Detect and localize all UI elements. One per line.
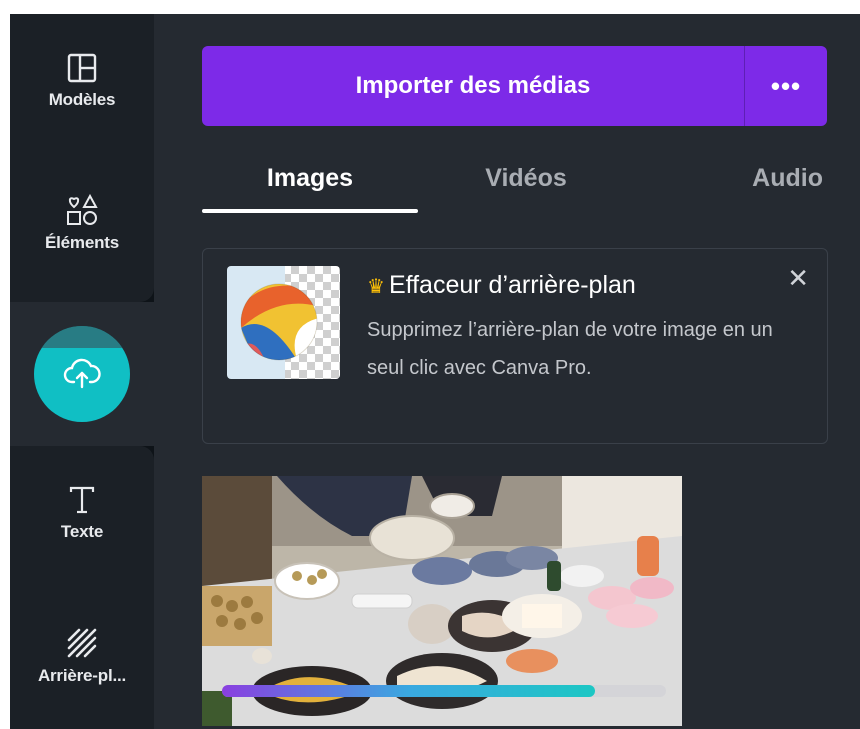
sidebar: Modèles Éléments Texte Arrière-pl... [10,14,154,729]
app-window: Modèles Éléments Texte Arrière-pl... Imp… [10,14,860,729]
crown-icon: ♛ [367,276,385,298]
beach-ball-thumbnail [227,266,340,379]
text-icon [69,486,95,514]
promo-description: Supprimez l’arrière-plan de votre image … [367,319,773,379]
active-tab-indicator [202,209,418,213]
sidebar-item-elements[interactable]: Éléments [10,157,154,302]
uploads-panel: Importer des médias ••• Images Vidéos Au… [154,14,860,729]
import-media-button[interactable]: Importer des médias [202,46,744,126]
sidebar-item-label: Modèles [48,90,116,109]
import-media-button-group: Importer des médias ••• [202,46,827,126]
sidebar-item-arriere-plan[interactable]: Arrière-pl... [10,596,154,729]
upload-progress-bar [222,685,666,697]
promo-title-text: Effaceur d’arrière-plan [388,271,636,299]
tab-audio[interactable]: Audio [634,144,827,212]
media-tabs: Images Vidéos Audio [202,144,827,216]
more-options-button[interactable]: ••• [744,46,827,126]
background-icon [67,628,97,658]
background-remover-promo[interactable]: ♛ Effaceur d’arrière-plan Supprimez l’arr… [202,248,828,444]
tab-videos[interactable]: Vidéos [418,144,634,212]
sidebar-item-label: Texte [60,522,104,541]
uploaded-image-thumbnail[interactable] [202,476,682,726]
sidebar-item-label: Éléments [45,233,119,252]
sidebar-item-texte[interactable]: Texte [10,446,154,596]
sidebar-item-label: Arrière-pl... [37,666,127,685]
uploads-active-indicator [34,326,130,422]
sidebar-item-uploads[interactable] [10,302,154,446]
templates-icon [67,53,97,83]
tab-images[interactable]: Images [202,144,418,212]
upload-cloud-icon [63,358,101,389]
sidebar-item-modeles[interactable]: Modèles [10,14,154,157]
promo-title: ♛ Effaceur d’arrière-plan [367,271,636,300]
elements-icon [67,193,98,225]
close-icon[interactable]: ✕ [787,263,809,294]
upload-progress-fill [222,685,595,697]
